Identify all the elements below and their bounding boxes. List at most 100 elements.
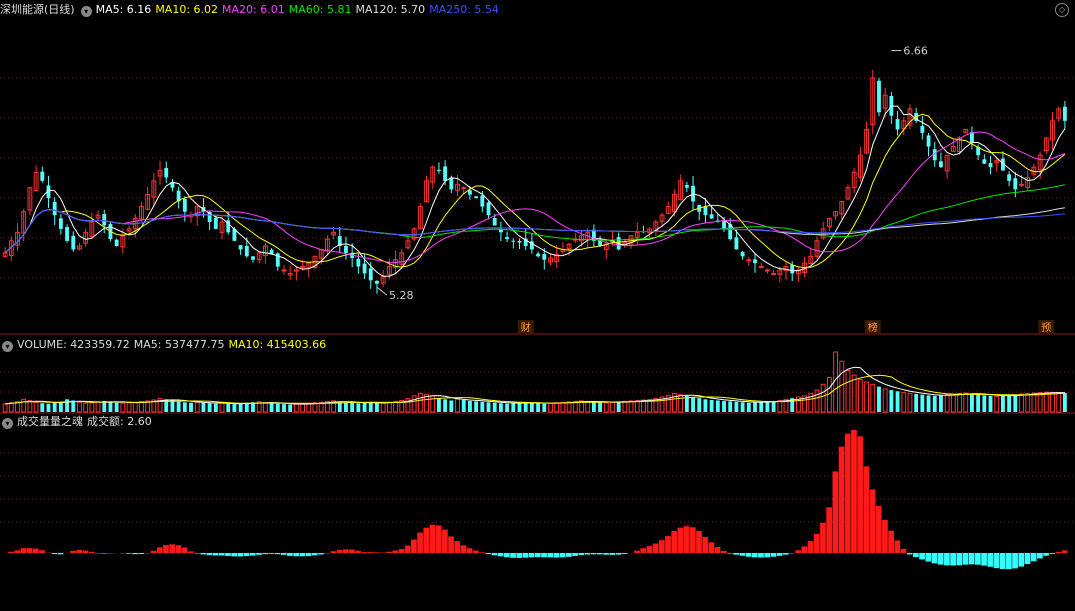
volume-bar-up xyxy=(622,400,628,413)
indicator-bar-positive xyxy=(367,552,374,553)
candle-body-up xyxy=(461,187,467,190)
indicator-bar-positive xyxy=(708,542,715,553)
indicator-bar-positive xyxy=(442,529,448,553)
volume-bar-up xyxy=(839,360,845,413)
candle-body-down xyxy=(1007,174,1012,181)
volume-bar-up xyxy=(262,402,268,413)
indicator-bar-negative xyxy=(609,553,616,555)
volume-bar-down xyxy=(356,403,361,412)
indicator-bar-negative xyxy=(590,553,597,555)
volume-bar-up xyxy=(857,379,863,413)
volume-bar-up xyxy=(417,393,423,413)
indicator-bar-negative xyxy=(299,553,306,557)
candle-body-down xyxy=(1013,178,1018,190)
volume-bar-up xyxy=(83,402,89,413)
indicator-bar-negative xyxy=(522,553,529,558)
indicator-bar-negative xyxy=(138,553,145,555)
indicator-bar-negative xyxy=(268,553,275,554)
volume-bar-up xyxy=(132,401,138,413)
chart-settings-icon[interactable]: ◇ xyxy=(1055,3,1069,17)
candle-body-down xyxy=(58,218,63,229)
indicator-bar-positive xyxy=(473,550,479,553)
volume-panel-header: ▾ VOLUME: 423359.72 MA5: 537477.75 MA10: 41… xyxy=(0,337,330,353)
volume-bar-down xyxy=(461,400,466,412)
volume-bar-down xyxy=(1007,395,1012,412)
volume-bar-up xyxy=(560,401,566,413)
stock-name-label[interactable]: 深圳能源(日线) xyxy=(0,3,75,16)
indicator-bar-negative xyxy=(510,553,516,558)
volume-bar-down xyxy=(344,402,348,412)
volume-bar-down xyxy=(368,402,373,412)
indicator-bar-positive xyxy=(875,505,882,553)
indicator-bar-negative xyxy=(596,553,603,555)
volume-bar-down xyxy=(536,403,541,412)
indicator-bar-positive xyxy=(361,552,368,553)
volume-bar-down xyxy=(697,398,702,412)
indicator-bar-positive xyxy=(70,550,76,553)
volume-bar-up xyxy=(300,403,306,413)
indicator-bar-negative xyxy=(231,553,238,557)
volume-bar-up xyxy=(907,393,913,413)
indicator-bar-positive xyxy=(689,527,696,553)
volume-bar-down xyxy=(976,394,981,412)
volume-bar-down xyxy=(740,402,745,412)
indicator-bar-positive xyxy=(720,550,727,553)
volume-bar-down xyxy=(939,395,943,412)
indicator-bar-positive xyxy=(169,544,176,553)
indicator-bar-negative xyxy=(925,553,932,562)
event-marker-label: 财 xyxy=(521,321,531,334)
ma120-line xyxy=(4,207,1065,254)
indicator-bar-negative xyxy=(919,553,925,560)
candle-body-down xyxy=(492,217,497,226)
chart-canvas: 6.66 5.28 财 榜 预 xyxy=(0,45,1075,570)
volume-bar-down xyxy=(709,400,714,412)
volume-bar-down xyxy=(182,402,187,412)
volume-bar-down xyxy=(753,402,757,412)
indicator-bar-negative xyxy=(485,553,492,555)
volume-bar-up xyxy=(814,389,820,413)
indicator-bar-negative xyxy=(318,553,324,555)
chevron-down-icon[interactable]: ▾ xyxy=(2,341,13,352)
volume-bar-up xyxy=(994,395,1000,413)
indicator-bar-negative xyxy=(621,553,628,555)
chevron-down-icon[interactable]: ▾ xyxy=(2,418,13,429)
indicator-bar-positive xyxy=(813,533,820,553)
indicator-bar-negative xyxy=(256,553,262,555)
volume-bar-up xyxy=(139,401,144,413)
volume-bar-up xyxy=(628,400,634,413)
candle-body-down xyxy=(474,196,479,198)
volume-bar-up xyxy=(845,369,851,413)
indicator-bar-negative xyxy=(293,553,299,557)
volume-bar-up xyxy=(963,392,969,413)
indicator-bar-negative xyxy=(200,553,207,555)
volume-bar-down xyxy=(517,402,522,412)
candle-body-down xyxy=(542,253,547,260)
indicator-bar-positive xyxy=(392,550,399,553)
indicator-bar-positive xyxy=(658,540,665,553)
candle-body-down xyxy=(511,240,516,242)
indicator-bar-negative xyxy=(578,553,585,556)
indicator-bar-positive xyxy=(386,551,392,553)
indicator-bar-negative xyxy=(311,553,318,556)
volume-bar-up xyxy=(1056,392,1062,413)
candle-body-down xyxy=(722,220,726,229)
ma5-label: MA5: 6.16 xyxy=(95,3,152,16)
volume-bar-down xyxy=(715,400,720,412)
indicator-bar-positive xyxy=(373,552,380,553)
ma250-label: MA250: 5.54 xyxy=(429,3,499,16)
candle-body-down xyxy=(238,245,243,250)
indicator-bar-negative xyxy=(944,553,950,566)
indicator-bar-positive xyxy=(900,548,907,553)
indicator-bar-positive xyxy=(429,524,436,553)
indicator-bar-negative xyxy=(565,553,572,557)
volume-bar-down xyxy=(350,402,355,412)
indicator-bar-positive xyxy=(1061,550,1068,553)
volume-bar-up xyxy=(1025,393,1031,413)
indicator-bar-positive xyxy=(181,547,188,553)
volume-ma10-label: MA10: 415403.66 xyxy=(228,338,327,351)
volume-bar-down xyxy=(1062,393,1067,412)
volume-bar-up xyxy=(678,394,684,413)
chevron-down-icon[interactable]: ▾ xyxy=(80,6,92,17)
volume-bar-down xyxy=(759,401,764,412)
indicator-bar-positive xyxy=(634,550,640,553)
